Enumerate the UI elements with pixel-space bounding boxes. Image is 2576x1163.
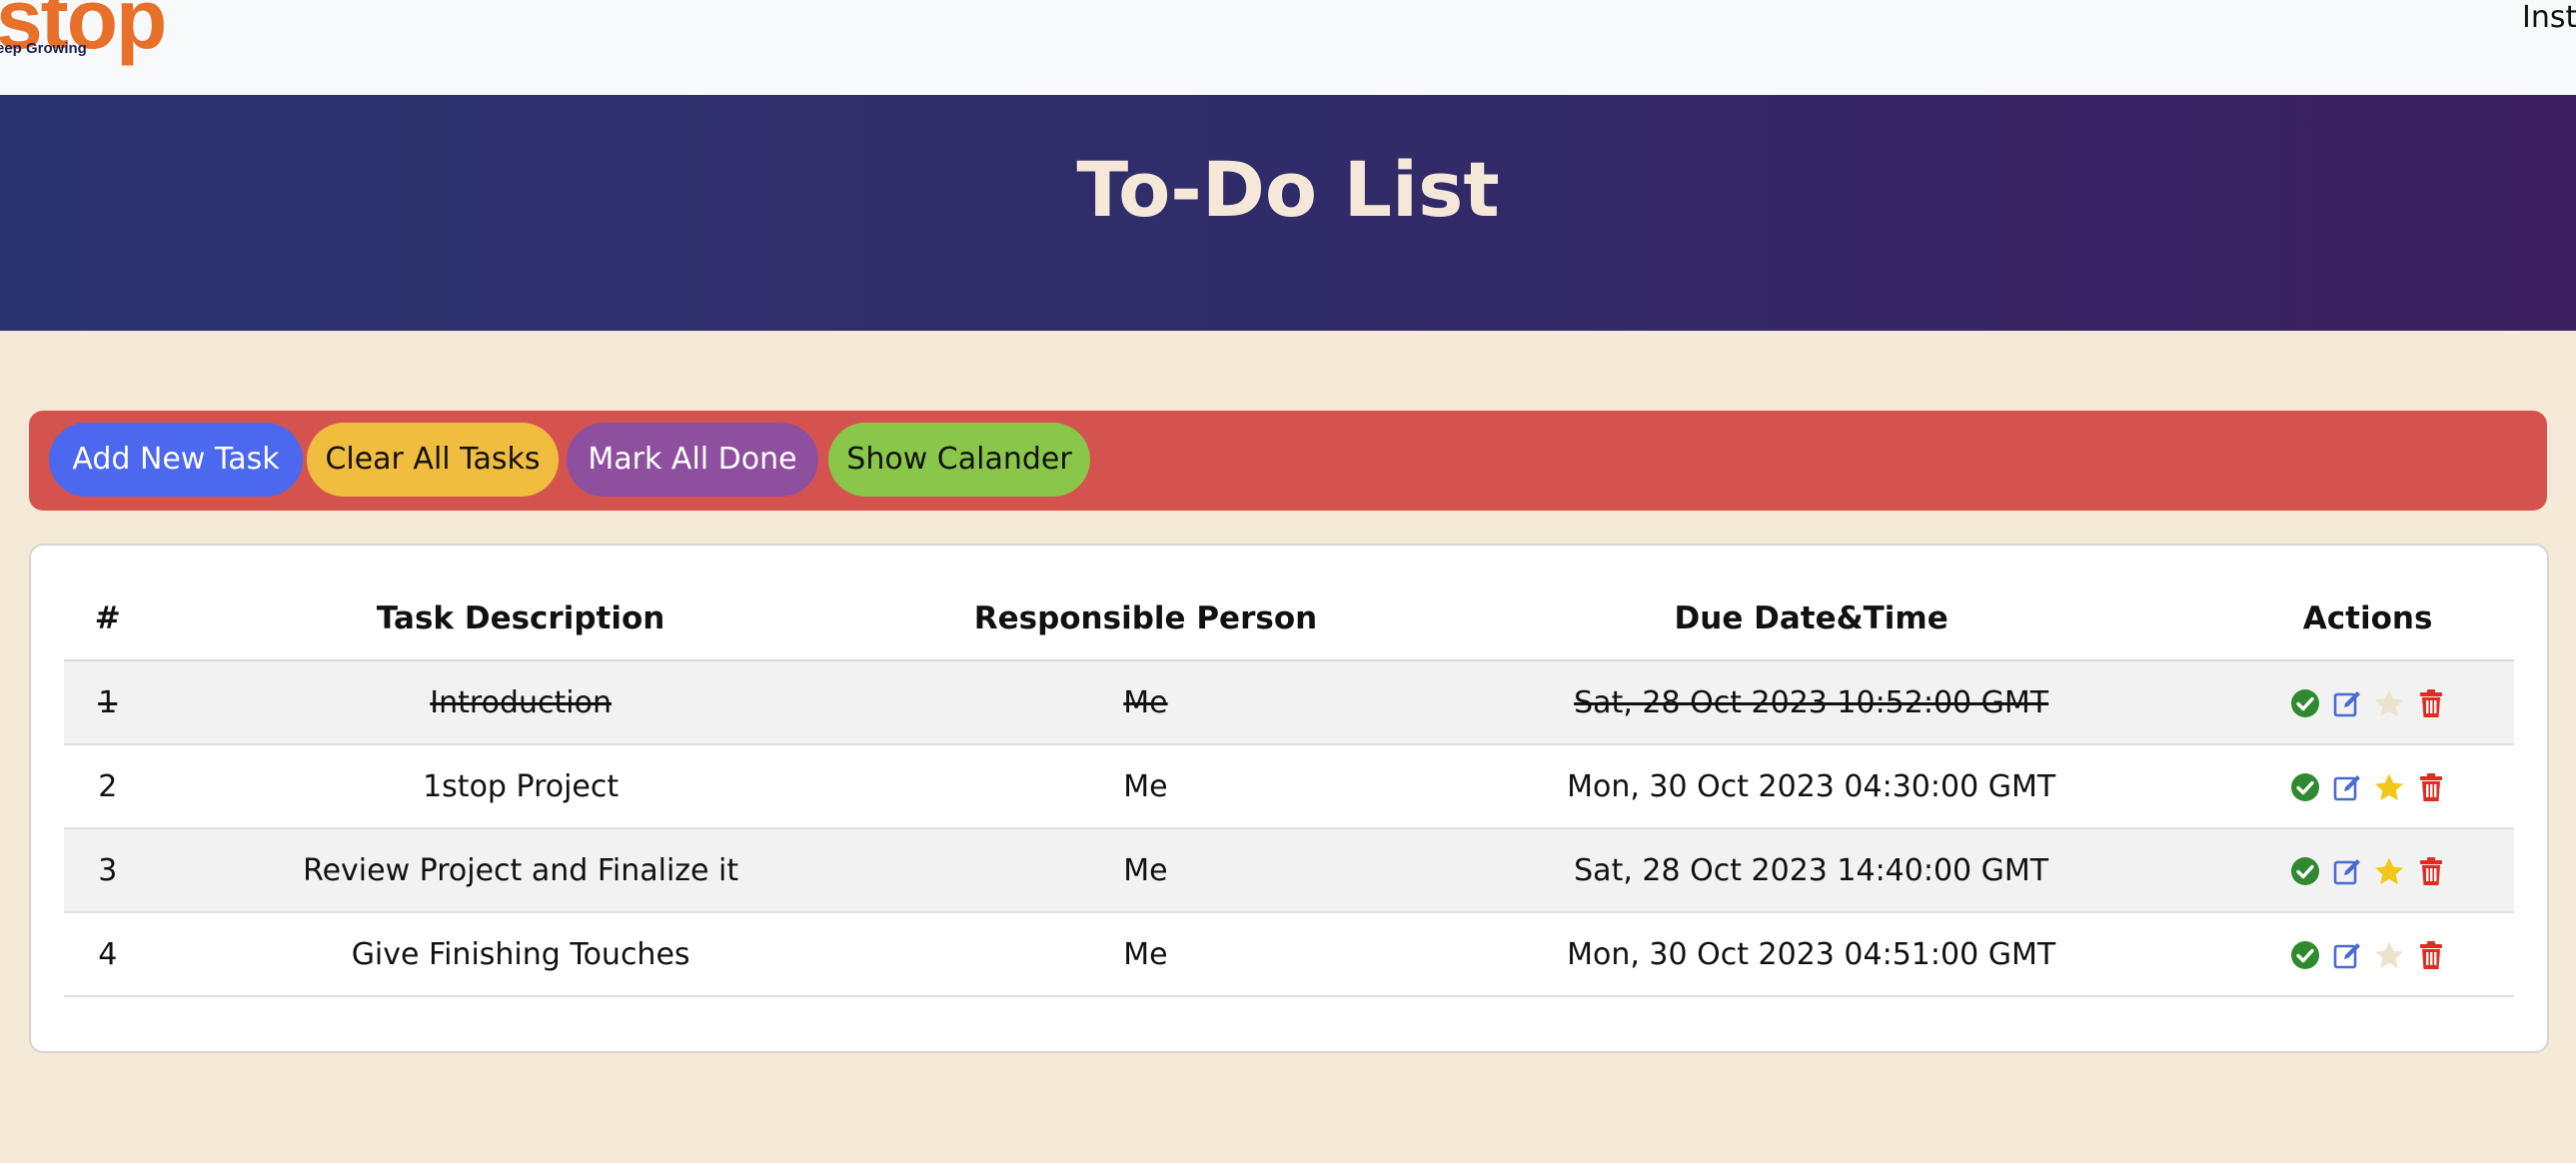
row-actions (2290, 940, 2446, 970)
show-calendar-button[interactable]: Show Calander (828, 423, 1090, 497)
task-number-cell: 1 (64, 660, 152, 745)
due-date-cell: Sat, 28 Oct 2023 14:40:00 GMT (1401, 828, 2222, 913)
due-date: Sat, 28 Oct 2023 14:40:00 GMT (1574, 852, 2049, 888)
task-description-cell: Introduction (151, 660, 890, 745)
header-due-date: Due Date&Time (1401, 578, 2222, 661)
task-number: 2 (98, 768, 118, 804)
page-title: To-Do List (1076, 145, 1500, 234)
edit-icon[interactable] (2332, 856, 2362, 886)
header-actions: Actions (2221, 578, 2514, 661)
actions-cell (2221, 660, 2514, 745)
due-date: Mon, 30 Oct 2023 04:51:00 GMT (1567, 936, 2056, 972)
responsible-person-cell: Me (889, 660, 1402, 745)
actions-cell (2221, 744, 2514, 829)
due-date-cell: Mon, 30 Oct 2023 04:51:00 GMT (1401, 912, 2222, 997)
logo-tagline: eep Growing (0, 40, 87, 57)
task-number-cell: 4 (64, 912, 152, 997)
task-description-cell: Review Project and Finalize it (151, 828, 890, 913)
trash-icon[interactable] (2416, 940, 2446, 970)
task-number: 1 (98, 684, 118, 720)
task-table-card: # Task Description Responsible Person Du… (29, 544, 2549, 1053)
add-new-task-button[interactable]: Add New Task (49, 423, 303, 497)
task-description-cell: 1stop Project (151, 744, 890, 829)
header-task-description: Task Description (151, 578, 890, 661)
star-icon[interactable] (2374, 940, 2404, 970)
header-banner: To-Do List (0, 95, 2576, 331)
task-number: 3 (98, 852, 118, 888)
nav-link-partial[interactable]: Inst (2522, 0, 2576, 36)
responsible-person: Me (1123, 684, 1168, 720)
due-date: Mon, 30 Oct 2023 04:30:00 GMT (1567, 768, 2056, 804)
row-actions (2290, 856, 2446, 886)
due-date-cell: Mon, 30 Oct 2023 04:30:00 GMT (1401, 744, 2222, 829)
clear-all-tasks-button[interactable]: Clear All Tasks (307, 423, 559, 497)
check-circle-icon[interactable] (2290, 940, 2320, 970)
trash-icon[interactable] (2416, 856, 2446, 886)
table-row: 4 Give Finishing Touches Me Mon, 30 Oct … (64, 912, 2514, 997)
actions-cell (2221, 912, 2514, 997)
task-number-cell: 3 (64, 828, 152, 913)
trash-icon[interactable] (2416, 772, 2446, 802)
check-circle-icon[interactable] (2290, 856, 2320, 886)
task-number-cell: 2 (64, 744, 152, 829)
row-actions (2290, 772, 2446, 802)
task-table: # Task Description Responsible Person Du… (64, 578, 2514, 997)
star-icon[interactable] (2374, 688, 2404, 718)
mark-all-done-button[interactable]: Mark All Done (567, 423, 818, 497)
toolbar: Add New Task Clear All Tasks Mark All Do… (29, 411, 2547, 511)
due-date-cell: Sat, 28 Oct 2023 10:52:00 GMT (1401, 660, 2222, 745)
header-responsible-person: Responsible Person (889, 578, 1402, 661)
edit-icon[interactable] (2332, 688, 2362, 718)
table-header-row: # Task Description Responsible Person Du… (64, 578, 2514, 661)
task-description: Introduction (430, 684, 612, 720)
responsible-person: Me (1123, 852, 1168, 888)
trash-icon[interactable] (2416, 688, 2446, 718)
responsible-person-cell: Me (889, 912, 1402, 997)
star-icon[interactable] (2374, 856, 2404, 886)
table-row: 3 Review Project and Finalize it Me Sat,… (64, 828, 2514, 913)
task-number: 4 (98, 936, 118, 972)
due-date: Sat, 28 Oct 2023 10:52:00 GMT (1574, 684, 2049, 720)
check-circle-icon[interactable] (2290, 688, 2320, 718)
edit-icon[interactable] (2332, 772, 2362, 802)
table-row: 2 1stop Project Me Mon, 30 Oct 2023 04:3… (64, 744, 2514, 829)
task-description: 1stop Project (423, 768, 620, 804)
task-description: Give Finishing Touches (351, 936, 690, 972)
responsible-person: Me (1123, 936, 1168, 972)
responsible-person-cell: Me (889, 828, 1402, 913)
table-row: 1 Introduction Me Sat, 28 Oct 2023 10:52… (64, 660, 2514, 745)
top-navbar: stop eep Growing Inst (0, 0, 2576, 95)
responsible-person-cell: Me (889, 744, 1402, 829)
actions-cell (2221, 828, 2514, 913)
logo[interactable]: stop eep Growing (0, 0, 176, 64)
star-icon[interactable] (2374, 772, 2404, 802)
header-number: # (64, 578, 152, 661)
task-description-cell: Give Finishing Touches (151, 912, 890, 997)
task-description: Review Project and Finalize it (303, 852, 739, 888)
responsible-person: Me (1123, 768, 1168, 804)
edit-icon[interactable] (2332, 940, 2362, 970)
row-actions (2290, 688, 2446, 718)
check-circle-icon[interactable] (2290, 772, 2320, 802)
